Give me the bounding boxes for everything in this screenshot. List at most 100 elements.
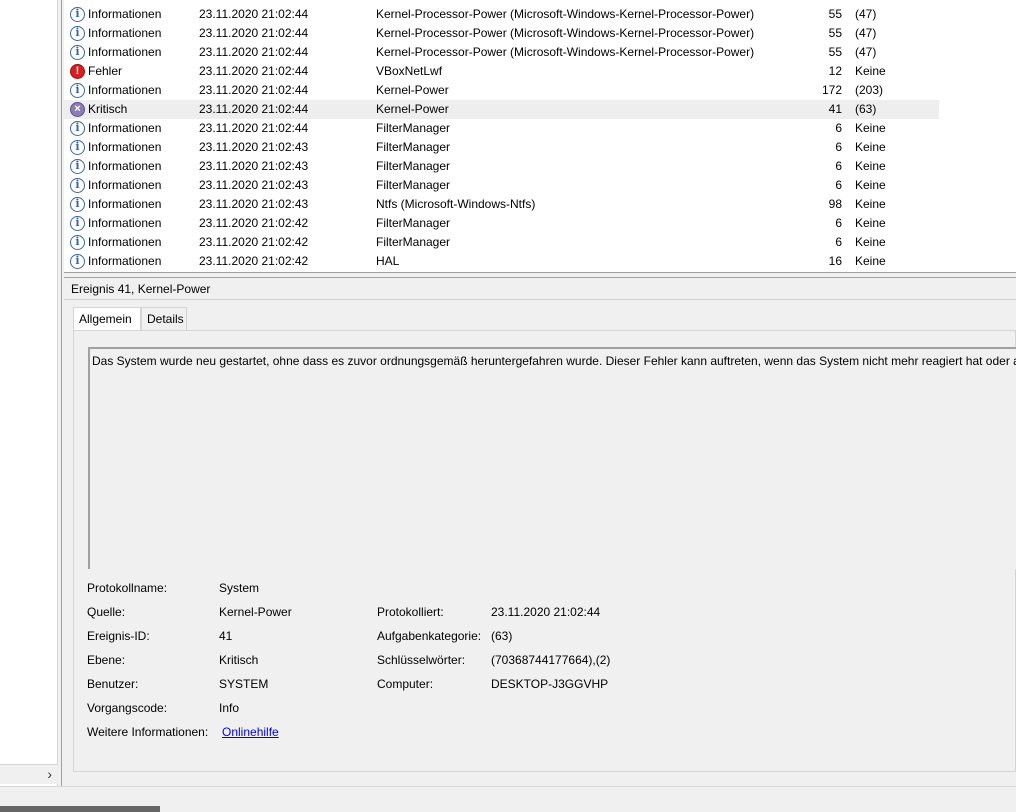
event-id: 6 bbox=[835, 216, 842, 230]
scrollbar-thumb[interactable] bbox=[0, 806, 160, 812]
event-source: HAL bbox=[376, 254, 400, 268]
event-datetime: 23.11.2020 21:02:44 bbox=[199, 26, 309, 40]
event-list[interactable]: i Informationen 23.11.2020 21:02:44 Kernel-… bbox=[64, 0, 1016, 272]
level-label: Ebene: bbox=[87, 653, 126, 667]
event-level: Fehler bbox=[88, 64, 123, 78]
event-level: Informationen bbox=[88, 216, 162, 230]
event-level: Informationen bbox=[88, 7, 162, 21]
event-id: 55 bbox=[828, 26, 842, 40]
event-level: Informationen bbox=[88, 254, 162, 268]
event-source: FilterManager bbox=[376, 178, 451, 192]
event-datetime: 23.11.2020 21:02:44 bbox=[199, 7, 309, 21]
event-id: 12 bbox=[828, 64, 842, 78]
event-category: Keine bbox=[855, 159, 886, 173]
event-datetime: 23.11.2020 21:02:44 bbox=[199, 64, 309, 78]
event-row[interactable]: i Informationen 23.11.2020 21:02:42 FilterM… bbox=[64, 233, 939, 252]
event-datetime: 23.11.2020 21:02:43 bbox=[199, 140, 309, 154]
event-row[interactable]: i Informationen 23.11.2020 21:02:44 Kernel-… bbox=[64, 43, 939, 62]
event-category: Keine bbox=[855, 216, 886, 230]
event-category: Keine bbox=[855, 254, 886, 268]
event-datetime: 23.11.2020 21:02:43 bbox=[199, 197, 309, 211]
info-icon: i bbox=[70, 235, 85, 250]
keywords-value: (70368744177664),(2) bbox=[491, 653, 611, 667]
event-level: Informationen bbox=[88, 121, 162, 135]
source-label: Quelle: bbox=[87, 605, 126, 619]
event-source: Ntfs (Microsoft-Windows-Ntfs) bbox=[376, 197, 536, 211]
event-level: Informationen bbox=[88, 45, 162, 59]
event-source: Kernel-Power bbox=[376, 83, 449, 97]
event-id: 6 bbox=[835, 140, 842, 154]
event-level: Informationen bbox=[88, 140, 162, 154]
event-level: Informationen bbox=[88, 83, 162, 97]
event-datetime: 23.11.2020 21:02:44 bbox=[199, 83, 309, 97]
event-category: Keine bbox=[855, 178, 886, 192]
event-source: FilterManager bbox=[376, 216, 451, 230]
event-category: Keine bbox=[855, 64, 886, 78]
event-category: Keine bbox=[855, 197, 886, 211]
event-category: (47) bbox=[855, 26, 877, 40]
event-source: FilterManager bbox=[376, 121, 451, 135]
event-row[interactable]: i Informationen 23.11.2020 21:02:44 Kernel-… bbox=[64, 5, 939, 24]
event-row[interactable]: i Informationen 23.11.2020 21:02:44 FilterM… bbox=[64, 119, 939, 138]
event-category: Keine bbox=[855, 235, 886, 249]
keywords-label: Schlüsselwörter: bbox=[377, 653, 466, 667]
event-level: Informationen bbox=[88, 26, 162, 40]
event-description-text: Das System wurde neu gestartet, ohne das… bbox=[92, 354, 1016, 368]
event-level: Kritisch bbox=[88, 102, 128, 116]
info-icon: i bbox=[70, 254, 85, 269]
event-id: 6 bbox=[835, 178, 842, 192]
level-value: Kritisch bbox=[219, 653, 259, 667]
info-icon: i bbox=[70, 26, 85, 41]
event-level: Informationen bbox=[88, 197, 162, 211]
event-id: 98 bbox=[828, 197, 842, 211]
event-row[interactable]: i Informationen 23.11.2020 21:02:42 HAL 16 Ke… bbox=[64, 252, 939, 271]
event-source: VBoxNetLwf bbox=[376, 64, 443, 78]
main-pane: i Informationen 23.11.2020 21:02:44 Kernel-… bbox=[64, 0, 1016, 786]
event-id: 6 bbox=[835, 159, 842, 173]
online-help-link[interactable]: Onlinehilfe bbox=[222, 725, 279, 739]
logged-label: Protokolliert: bbox=[377, 605, 444, 619]
user-value: SYSTEM bbox=[219, 677, 269, 691]
source-value: Kernel-Power bbox=[219, 605, 292, 619]
event-datetime: 23.11.2020 21:02:42 bbox=[199, 216, 309, 230]
event-row[interactable]: i Informationen 23.11.2020 21:02:44 Kernel-… bbox=[64, 24, 939, 43]
event-details-pane: Ereignis 41, Kernel-Power Allgemein Deta… bbox=[64, 278, 1016, 786]
event-source: Kernel-Processor-Power (Microsoft-Window… bbox=[376, 26, 755, 40]
event-row[interactable]: i Informationen 23.11.2020 21:02:44 Kernel-… bbox=[64, 81, 939, 100]
event-source: Kernel-Processor-Power (Microsoft-Window… bbox=[376, 7, 755, 21]
tab-allgemein[interactable]: Allgemein bbox=[73, 307, 141, 332]
event-row[interactable]: × Kritisch 23.11.2020 21:02:44 Kernel-Power… bbox=[64, 100, 939, 119]
horizontal-scrollbar[interactable]: › bbox=[0, 764, 58, 784]
info-icon: i bbox=[70, 159, 85, 174]
opcode-label: Vorgangscode: bbox=[87, 701, 168, 715]
computer-label: Computer: bbox=[377, 677, 434, 691]
event-id: 6 bbox=[835, 121, 842, 135]
event-viewer-window: › i Informationen 23.11.2020 21:02:44 Kerne… bbox=[0, 0, 1016, 812]
event-row[interactable]: i Informationen 23.11.2020 21:02:42 FilterM… bbox=[64, 214, 939, 233]
event-id: 6 bbox=[835, 235, 842, 249]
event-source: FilterManager bbox=[376, 235, 451, 249]
event-datetime: 23.11.2020 21:02:42 bbox=[199, 235, 309, 249]
event-description-box[interactable]: Das System wurde neu gestartet, ohne das… bbox=[88, 347, 1016, 569]
event-row[interactable]: i Informationen 23.11.2020 21:02:43 Ntfs (M… bbox=[64, 195, 939, 214]
event-datetime: 23.11.2020 21:02:43 bbox=[199, 159, 309, 173]
event-row[interactable]: i Informationen 23.11.2020 21:02:43 FilterM… bbox=[64, 176, 939, 195]
event-id-value: 41 bbox=[219, 629, 233, 643]
event-row[interactable]: i Informationen 23.11.2020 21:02:43 FilterM… bbox=[64, 157, 939, 176]
scroll-right-icon[interactable]: › bbox=[47, 766, 52, 782]
critical-icon: × bbox=[70, 102, 85, 117]
event-id: 16 bbox=[828, 254, 842, 268]
error-icon: ! bbox=[70, 64, 85, 79]
event-category: Keine bbox=[855, 140, 886, 154]
event-datetime: 23.11.2020 21:02:44 bbox=[199, 45, 309, 59]
event-source: FilterManager bbox=[376, 159, 451, 173]
event-datetime: 23.11.2020 21:02:42 bbox=[199, 254, 309, 268]
navigation-tree-pane[interactable]: › bbox=[0, 0, 58, 786]
event-row[interactable]: i Informationen 23.11.2020 21:02:43 FilterM… bbox=[64, 138, 939, 157]
event-level: Informationen bbox=[88, 235, 162, 249]
event-datetime: 23.11.2020 21:02:44 bbox=[199, 121, 309, 135]
task-category-value: (63) bbox=[491, 629, 513, 643]
computer-value: DESKTOP-J3GGVHP bbox=[491, 677, 609, 691]
tab-details[interactable]: Details bbox=[141, 307, 187, 331]
event-row[interactable]: ! Fehler 23.11.2020 21:02:44 VBoxNetLwf 12 Ke… bbox=[64, 62, 939, 81]
